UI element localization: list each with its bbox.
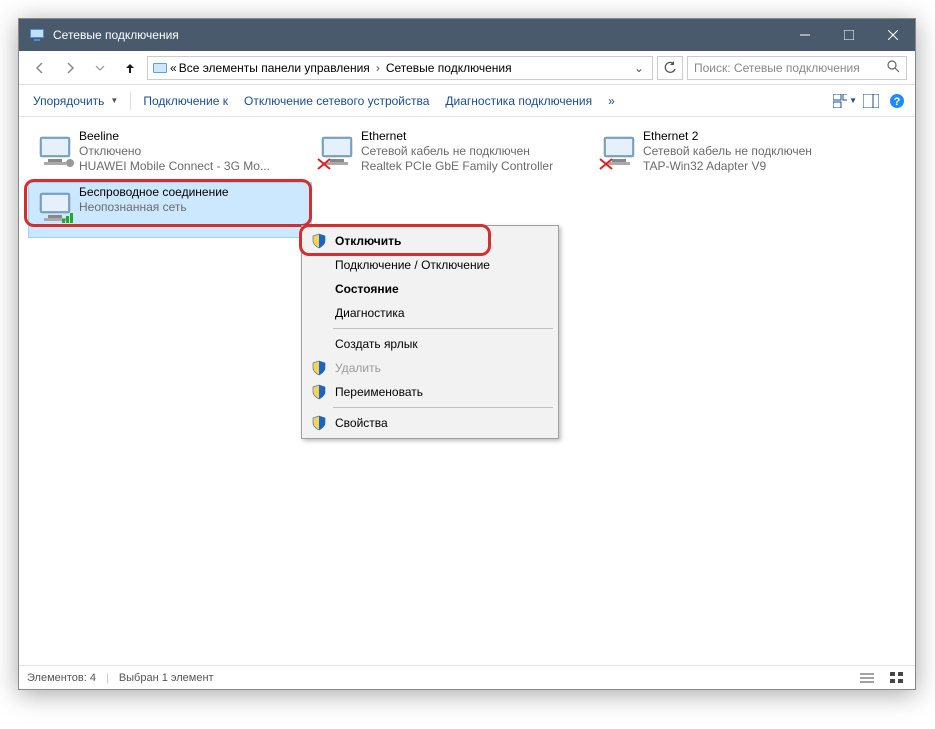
ctx-properties[interactable]: Свойства [305,411,555,435]
network-adapter-icon [33,129,79,173]
address-bar: « Все элементы панели управления › Сетев… [19,51,915,85]
refresh-button[interactable] [657,56,683,80]
content-area[interactable]: Beeline Отключено HUAWEI Mobile Connect … [19,117,915,665]
item-device: TAP-Win32 Adapter V9 [643,159,871,174]
network-item-beeline[interactable]: Beeline Отключено HUAWEI Mobile Connect … [29,127,311,181]
context-menu: Отключить Подключение / Отключение Состо… [301,225,559,439]
status-bar: Элементов: 4 | Выбран 1 элемент [19,665,915,689]
window-title: Сетевые подключения [53,28,179,42]
svg-text:?: ? [894,96,901,108]
item-status: Сетевой кабель не подключен [361,144,589,159]
ctx-disconnect[interactable]: Отключить [305,229,555,253]
item-name: Беспроводное соединение [79,185,307,200]
title-bar: Сетевые подключения [19,19,915,51]
item-name: Beeline [79,129,307,144]
more-commands[interactable]: » [600,90,623,112]
shield-icon [311,415,327,431]
diagnose-button[interactable]: Диагностика подключения [437,90,600,112]
breadcrumb-prefix: « [170,61,177,75]
ctx-toggle[interactable]: Подключение / Отключение [305,253,555,277]
maximize-button[interactable] [827,19,871,51]
ctx-shortcut[interactable]: Создать ярлык [305,332,555,356]
network-adapter-icon [597,129,643,173]
item-status: Сетевой кабель не подключен [643,144,871,159]
chevron-right-icon[interactable]: › [372,61,384,75]
back-button[interactable] [27,55,53,81]
item-status: Отключено [79,144,307,159]
ctx-rename[interactable]: Переименовать [305,380,555,404]
ctx-state[interactable]: Состояние [305,277,555,301]
breadcrumb-part2[interactable]: Сетевые подключения [386,61,512,75]
breadcrumb-dropdown[interactable]: ⌄ [630,61,648,75]
ctx-delete: Удалить [305,356,555,380]
preview-pane-button[interactable] [859,89,883,113]
control-panel-icon [152,60,168,76]
search-icon [887,60,900,76]
up-button[interactable] [117,55,143,81]
toolbar: Упорядочить▼ Подключение к Отключение се… [19,85,915,117]
selection-count: Выбран 1 элемент [119,672,214,684]
breadcrumb-part1[interactable]: Все элементы панели управления [179,61,370,75]
item-name: Ethernet 2 [643,129,871,144]
network-adapter-icon [33,185,79,229]
item-name: Ethernet [361,129,589,144]
view-options-button[interactable]: ▼ [833,89,857,113]
network-adapter-icon [315,129,361,173]
help-button[interactable]: ? [885,89,909,113]
connect-to-button[interactable]: Подключение к [135,90,236,112]
breadcrumb[interactable]: « Все элементы панели управления › Сетев… [147,56,653,80]
app-icon [29,27,45,43]
items-count: Элементов: 4 [27,672,96,684]
separator [333,328,553,329]
forward-button[interactable] [57,55,83,81]
search-input[interactable]: Поиск: Сетевые подключения [687,56,907,80]
minimize-button[interactable] [783,19,827,51]
details-view-button[interactable] [857,670,877,686]
item-status: Неопознанная сеть [79,200,307,215]
icons-view-button[interactable] [887,670,907,686]
window-frame: Сетевые подключения « Все элементы панел… [18,18,916,690]
shield-icon [311,384,327,400]
organize-menu[interactable]: Упорядочить▼ [25,90,126,112]
item-device: Realtek PCIe GbE Family Controller [361,159,589,174]
disable-device-button[interactable]: Отключение сетевого устройства [236,90,437,112]
ctx-diagnose[interactable]: Диагностика [305,301,555,325]
separator [333,407,553,408]
chevron-down-icon: ▼ [110,96,118,105]
network-item-wireless[interactable]: Беспроводное соединение Неопознанная сет… [29,183,311,237]
item-device: HUAWEI Mobile Connect - 3G Mo... [79,159,307,174]
search-placeholder: Поиск: Сетевые подключения [694,61,881,75]
close-button[interactable] [871,19,915,51]
network-item-ethernet2[interactable]: Ethernet 2 Сетевой кабель не подключен T… [593,127,875,181]
history-dropdown[interactable] [87,55,113,81]
network-item-ethernet[interactable]: Ethernet Сетевой кабель не подключен Rea… [311,127,593,181]
shield-icon [311,360,327,376]
shield-icon [311,233,327,249]
